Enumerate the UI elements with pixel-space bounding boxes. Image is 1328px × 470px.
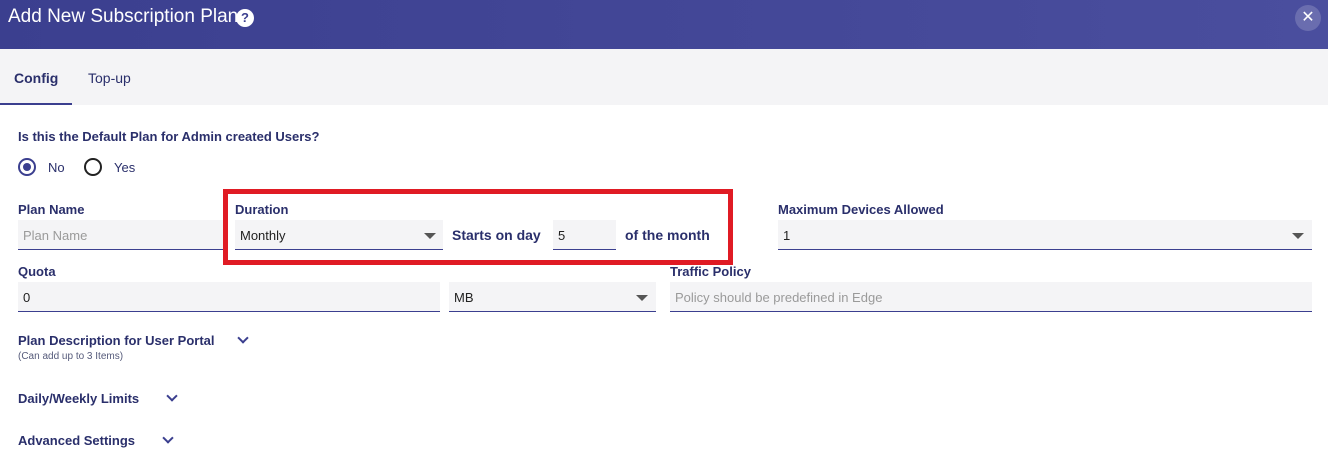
plan-name-input[interactable]: Plan Name <box>18 220 223 250</box>
active-tab-indicator <box>0 103 72 105</box>
close-icon[interactable]: ✕ <box>1295 5 1321 31</box>
plan-description-note: (Can add up to 3 Items) <box>18 351 124 362</box>
tab-bar: Config Top-up <box>0 49 1328 105</box>
quota-unit-value: MB <box>454 290 474 305</box>
plan-description-toggle[interactable]: Plan Description for User Portal <box>18 333 215 348</box>
daily-weekly-limits-toggle[interactable]: Daily/Weekly Limits <box>18 391 139 406</box>
dialog-title: Add New Subscription Plan <box>8 6 239 27</box>
radio-yes[interactable] <box>84 158 102 176</box>
max-devices-value: 1 <box>783 228 791 243</box>
quota-label: Quota <box>18 264 56 279</box>
quota-value: 0 <box>23 290 31 305</box>
max-devices-label: Maximum Devices Allowed <box>778 202 944 217</box>
chevron-down-icon[interactable] <box>166 390 178 402</box>
default-plan-question: Is this the Default Plan for Admin creat… <box>18 129 320 144</box>
chevron-down-icon[interactable] <box>162 432 174 444</box>
radio-no-label: No <box>48 160 65 175</box>
radio-yes-label: Yes <box>114 160 136 175</box>
quota-input[interactable]: 0 <box>18 282 440 312</box>
help-icon[interactable]: ? <box>236 9 254 27</box>
dialog-header: Add New Subscription Plan ? ✕ <box>0 0 1328 49</box>
traffic-policy-placeholder: Policy should be predefined in Edge <box>675 290 883 305</box>
plan-name-placeholder: Plan Name <box>23 228 88 243</box>
plan-name-label: Plan Name <box>18 202 85 217</box>
tab-config[interactable]: Config <box>14 70 58 86</box>
max-devices-select[interactable]: 1 <box>778 220 1312 250</box>
tab-top-up[interactable]: Top-up <box>88 70 131 86</box>
chevron-down-icon[interactable] <box>237 332 249 344</box>
traffic-policy-input[interactable]: Policy should be predefined in Edge <box>670 282 1312 312</box>
highlight-box <box>223 189 733 265</box>
traffic-policy-label: Traffic Policy <box>670 264 751 279</box>
radio-no[interactable] <box>18 158 36 176</box>
chevron-down-icon <box>1292 233 1304 239</box>
quota-unit-select[interactable]: MB <box>449 282 656 312</box>
advanced-settings-toggle[interactable]: Advanced Settings <box>18 433 135 448</box>
chevron-down-icon <box>636 295 648 301</box>
